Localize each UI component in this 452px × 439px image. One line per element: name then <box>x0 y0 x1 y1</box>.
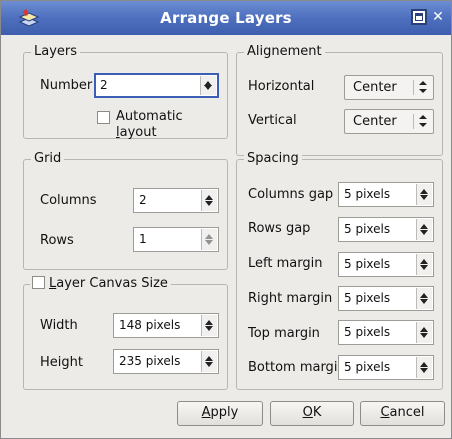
width-value: 148 pixels <box>119 318 181 332</box>
spin-up-icon[interactable] <box>205 320 213 325</box>
columns-spin-arrows[interactable] <box>201 190 217 211</box>
spin-up-icon[interactable] <box>420 259 428 264</box>
rows-value: 1 <box>139 232 147 246</box>
vertical-value: Center <box>353 114 397 129</box>
spin-down-icon[interactable] <box>420 333 428 338</box>
left-margin-spinbox[interactable]: 5 pixels <box>338 252 434 277</box>
horizontal-value: Center <box>353 80 397 95</box>
width-label: Width <box>40 318 78 333</box>
title-bar[interactable]: Arrange Layers ✕ <box>1 1 451 35</box>
number-spin-arrows[interactable] <box>200 76 216 95</box>
spin-down-icon[interactable] <box>204 85 212 90</box>
vertical-combobox[interactable]: Center <box>344 109 434 134</box>
horizontal-combobox[interactable]: Center <box>344 75 434 100</box>
spin-down-icon[interactable] <box>205 362 213 367</box>
spin-up-icon[interactable] <box>420 224 428 229</box>
spacing-group: Spacing Columns gap 5 pixels Rows gap 5 … <box>236 151 443 390</box>
arrange-layers-dialog: Arrange Layers ✕ Layers Number 2 Automat… <box>0 0 452 439</box>
columns-gap-spinbox[interactable]: 5 pixels <box>338 182 434 207</box>
top-margin-spinbox[interactable]: 5 pixels <box>338 320 434 345</box>
number-spinbox[interactable]: 2 <box>94 73 219 98</box>
bottom-margin-spinbox[interactable]: 5 pixels <box>338 355 434 380</box>
columns-gap-label: Columns gap <box>248 187 334 202</box>
close-icon[interactable]: ✕ <box>430 9 446 25</box>
combo-up-icon <box>419 115 427 119</box>
spin-down-icon[interactable] <box>420 299 428 304</box>
automatic-layout-label[interactable]: Automatic layout <box>116 109 227 141</box>
cancel-button[interactable]: Cancel <box>360 401 445 426</box>
rows-gap-value: 5 pixels <box>344 222 391 236</box>
spin-down-icon[interactable] <box>420 195 428 200</box>
spin-down-icon[interactable] <box>420 230 428 235</box>
apply-button[interactable]: Apply <box>177 401 263 426</box>
height-spin-arrows[interactable] <box>201 351 217 372</box>
columns-label: Columns <box>40 193 97 208</box>
height-label: Height <box>40 355 83 370</box>
layer-canvas-size-legend[interactable]: Layer Canvas Size <box>30 276 171 292</box>
spin-up-icon[interactable] <box>420 362 428 367</box>
combo-down-icon <box>419 89 427 93</box>
grid-group: Grid Columns 2 Rows 1 <box>23 151 228 270</box>
spin-down-icon[interactable] <box>205 326 213 331</box>
rows-gap-spinbox[interactable]: 5 pixels <box>338 217 434 242</box>
number-value: 2 <box>100 78 108 92</box>
alignment-legend: Alignement <box>244 44 325 60</box>
spin-up-icon[interactable] <box>205 234 213 239</box>
height-spinbox[interactable]: 235 pixels <box>113 349 219 374</box>
columns-gap-spin-arrows[interactable] <box>416 184 432 205</box>
vertical-label: Vertical <box>248 113 297 128</box>
columns-gap-value: 5 pixels <box>344 187 391 201</box>
top-margin-spin-arrows[interactable] <box>416 322 432 343</box>
right-margin-spin-arrows[interactable] <box>416 288 432 309</box>
spin-up-icon[interactable] <box>205 356 213 361</box>
layers-legend: Layers <box>31 44 81 60</box>
maximize-icon[interactable] <box>411 9 427 25</box>
left-margin-value: 5 pixels <box>344 257 391 271</box>
top-margin-value: 5 pixels <box>344 325 391 339</box>
rows-gap-label: Rows gap <box>248 221 311 236</box>
right-margin-spinbox[interactable]: 5 pixels <box>338 286 434 311</box>
combo-separator <box>413 114 414 129</box>
top-margin-label: Top margin <box>248 326 320 341</box>
window-title: Arrange Layers <box>160 9 292 27</box>
bottom-margin-label: Bottom margin <box>248 360 346 375</box>
automatic-layout-checkbox[interactable] <box>97 111 110 124</box>
left-margin-spin-arrows[interactable] <box>416 254 432 275</box>
height-value: 235 pixels <box>119 354 181 368</box>
rows-label: Rows <box>40 233 74 248</box>
spin-down-icon[interactable] <box>420 368 428 373</box>
right-margin-label: Right margin <box>248 291 333 306</box>
rows-spinbox[interactable]: 1 <box>133 227 219 252</box>
rows-spin-arrows[interactable] <box>201 229 217 250</box>
spin-up-icon[interactable] <box>420 327 428 332</box>
ok-button[interactable]: OK <box>270 401 354 426</box>
spin-up-icon[interactable] <box>420 189 428 194</box>
spin-up-icon[interactable] <box>205 195 213 200</box>
spin-down-icon[interactable] <box>420 265 428 270</box>
combo-separator <box>413 80 414 95</box>
grid-legend: Grid <box>31 151 65 167</box>
left-margin-label: Left margin <box>248 256 323 271</box>
right-margin-value: 5 pixels <box>344 291 391 305</box>
columns-spinbox[interactable]: 2 <box>133 188 219 213</box>
horizontal-label: Horizontal <box>248 79 315 94</box>
columns-value: 2 <box>139 193 147 207</box>
combo-up-icon <box>419 81 427 85</box>
layer-canvas-size-group: Layer Canvas Size Width 148 pixels Heigh… <box>23 276 228 390</box>
combo-down-icon <box>419 123 427 127</box>
alignment-group: Alignement Horizontal Center Vertical Ce… <box>236 44 443 156</box>
spacing-legend: Spacing <box>244 151 302 167</box>
spin-down-icon[interactable] <box>205 201 213 206</box>
layers-group: Layers Number 2 Automatic layout <box>23 44 228 141</box>
spin-up-icon[interactable] <box>420 293 428 298</box>
number-label: Number <box>40 78 93 93</box>
bottom-margin-value: 5 pixels <box>344 360 391 374</box>
layer-canvas-size-checkbox[interactable] <box>32 276 45 289</box>
width-spin-arrows[interactable] <box>201 315 217 336</box>
bottom-margin-spin-arrows[interactable] <box>416 357 432 378</box>
width-spinbox[interactable]: 148 pixels <box>113 313 219 338</box>
spin-down-icon[interactable] <box>205 240 213 245</box>
rows-gap-spin-arrows[interactable] <box>416 219 432 240</box>
